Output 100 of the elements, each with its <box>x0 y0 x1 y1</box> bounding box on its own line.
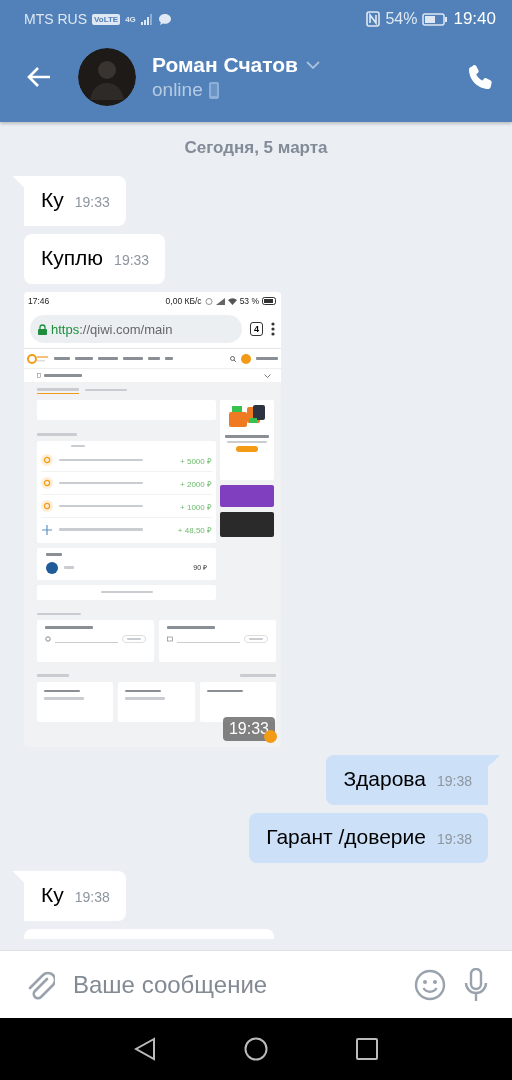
blurred-text <box>167 626 215 629</box>
blurred-text <box>44 697 84 700</box>
logo-icon <box>41 454 53 466</box>
message-time: 19:38 <box>74 889 110 905</box>
blurred-text <box>206 689 243 692</box>
message-text: Гарант /доверие <box>266 825 426 849</box>
more-menu-icon[interactable] <box>271 322 275 336</box>
logo-icon <box>46 561 58 574</box>
clock: 17:46 <box>28 296 50 306</box>
blurred-text <box>37 388 79 391</box>
blurred-text <box>71 444 85 447</box>
back-arrow-icon[interactable] <box>26 66 52 88</box>
tab[interactable] <box>37 388 79 394</box>
document-icon <box>37 373 41 378</box>
search-icon[interactable] <box>230 355 236 362</box>
blurred-text <box>249 637 263 640</box>
blurred-text <box>44 689 80 692</box>
blurred-text <box>256 357 278 360</box>
date-divider: Сегодня, 5 марта <box>184 138 328 158</box>
message-field[interactable]: Ваше сообщение <box>73 970 396 999</box>
blurred-text <box>227 440 267 443</box>
battery-percent: 53 % <box>239 296 259 306</box>
blurred-text <box>125 697 166 700</box>
wifi-icon <box>227 297 237 305</box>
payment-amount: + 5000 ₽ <box>180 455 212 466</box>
nfc-icon <box>366 11 381 27</box>
message-text: Куплю <box>41 246 104 270</box>
battery-percent: 54% <box>385 10 418 28</box>
blurred-text <box>46 553 62 556</box>
recent-apps-icon[interactable] <box>356 1038 378 1060</box>
emoji-icon[interactable] <box>414 968 446 1001</box>
message-time: 19:33 <box>114 252 150 268</box>
blurred-text <box>45 626 93 629</box>
chevron-down-icon[interactable] <box>264 373 271 378</box>
signal-icon <box>140 13 153 25</box>
address-bar[interactable]: https://qiwi.com/main <box>30 315 242 343</box>
logo-icon <box>41 500 53 512</box>
message-text: Здарова <box>343 767 426 791</box>
battery-icon <box>422 12 449 26</box>
blurred-text <box>37 433 77 436</box>
chat-bubble-icon <box>157 12 172 26</box>
online-status: online <box>152 79 203 101</box>
message-text: Ку <box>41 883 64 907</box>
service-card[interactable] <box>118 681 195 722</box>
blurred-text <box>125 689 162 692</box>
phone-icon[interactable] <box>468 64 494 90</box>
promo-button[interactable] <box>236 446 258 452</box>
url-text: https://qiwi.com/main <box>51 321 173 337</box>
blurred-text <box>148 357 160 360</box>
chevron-down-icon[interactable] <box>306 61 320 69</box>
blurred-text <box>240 674 276 677</box>
message-bubble[interactable]: Здарова 19:38 <box>326 755 500 805</box>
data-speed: 0,00 КБ/с <box>165 296 202 306</box>
message-time: 19:38 <box>436 831 472 847</box>
lock-icon <box>38 323 47 335</box>
logo-icon <box>41 477 53 489</box>
contact-name[interactable]: Роман Счатов <box>152 53 298 77</box>
tab-count-button[interactable]: 4 <box>250 322 263 336</box>
blurred-text <box>127 637 141 640</box>
blurred-text <box>85 388 127 392</box>
blurred-text <box>165 357 173 360</box>
microphone-icon[interactable] <box>464 967 488 1002</box>
payment-amount: + 48,50 ₽ <box>177 525 212 535</box>
message-time: 19:33 <box>74 194 110 210</box>
blurred-text <box>100 590 153 594</box>
mobile-phone-icon <box>208 81 219 99</box>
blurred-text <box>54 357 70 360</box>
blurred-text <box>98 357 118 360</box>
blurred-text <box>225 435 269 438</box>
clock: 19:40 <box>453 9 496 29</box>
avatar[interactable] <box>78 48 136 106</box>
back-icon[interactable] <box>134 1037 156 1061</box>
card-icon <box>167 635 173 642</box>
message-bubble[interactable]: Гарант /доверие 19:38 <box>249 813 488 863</box>
timestamp-toast: 19:33 <box>222 717 275 741</box>
home-icon[interactable] <box>244 1037 268 1061</box>
plus-icon <box>41 523 53 536</box>
volte-indicator: VoLTE <box>92 13 121 25</box>
blurred-text <box>44 374 82 377</box>
message-bubble[interactable]: Ку 19:38 <box>12 871 126 921</box>
payment-amount: + 1000 ₽ <box>180 501 212 512</box>
blurred-text <box>123 357 143 360</box>
payment-amount: + 2000 ₽ <box>180 478 212 489</box>
service-card[interactable] <box>37 681 114 722</box>
history-link[interactable] <box>37 584 216 600</box>
message-composer[interactable]: Ваше сообщение <box>0 950 512 1018</box>
coin-icon <box>241 353 251 364</box>
blurred-text <box>75 357 93 360</box>
service-card[interactable] <box>199 681 276 722</box>
network-type: 4G <box>125 14 136 24</box>
message-bubble[interactable]: Ку 19:33 <box>12 176 126 226</box>
blurred-text <box>37 674 69 677</box>
carrier-name: MTS RUS <box>24 11 87 27</box>
logo-icon <box>27 353 49 364</box>
message-text: Ку <box>41 188 64 212</box>
blurred-text <box>37 612 81 615</box>
message-time: 19:38 <box>436 773 472 789</box>
signal-icon <box>215 297 225 305</box>
message-bubble[interactable]: Куплю 19:33 <box>24 234 166 284</box>
blurred-text <box>64 566 74 569</box>
